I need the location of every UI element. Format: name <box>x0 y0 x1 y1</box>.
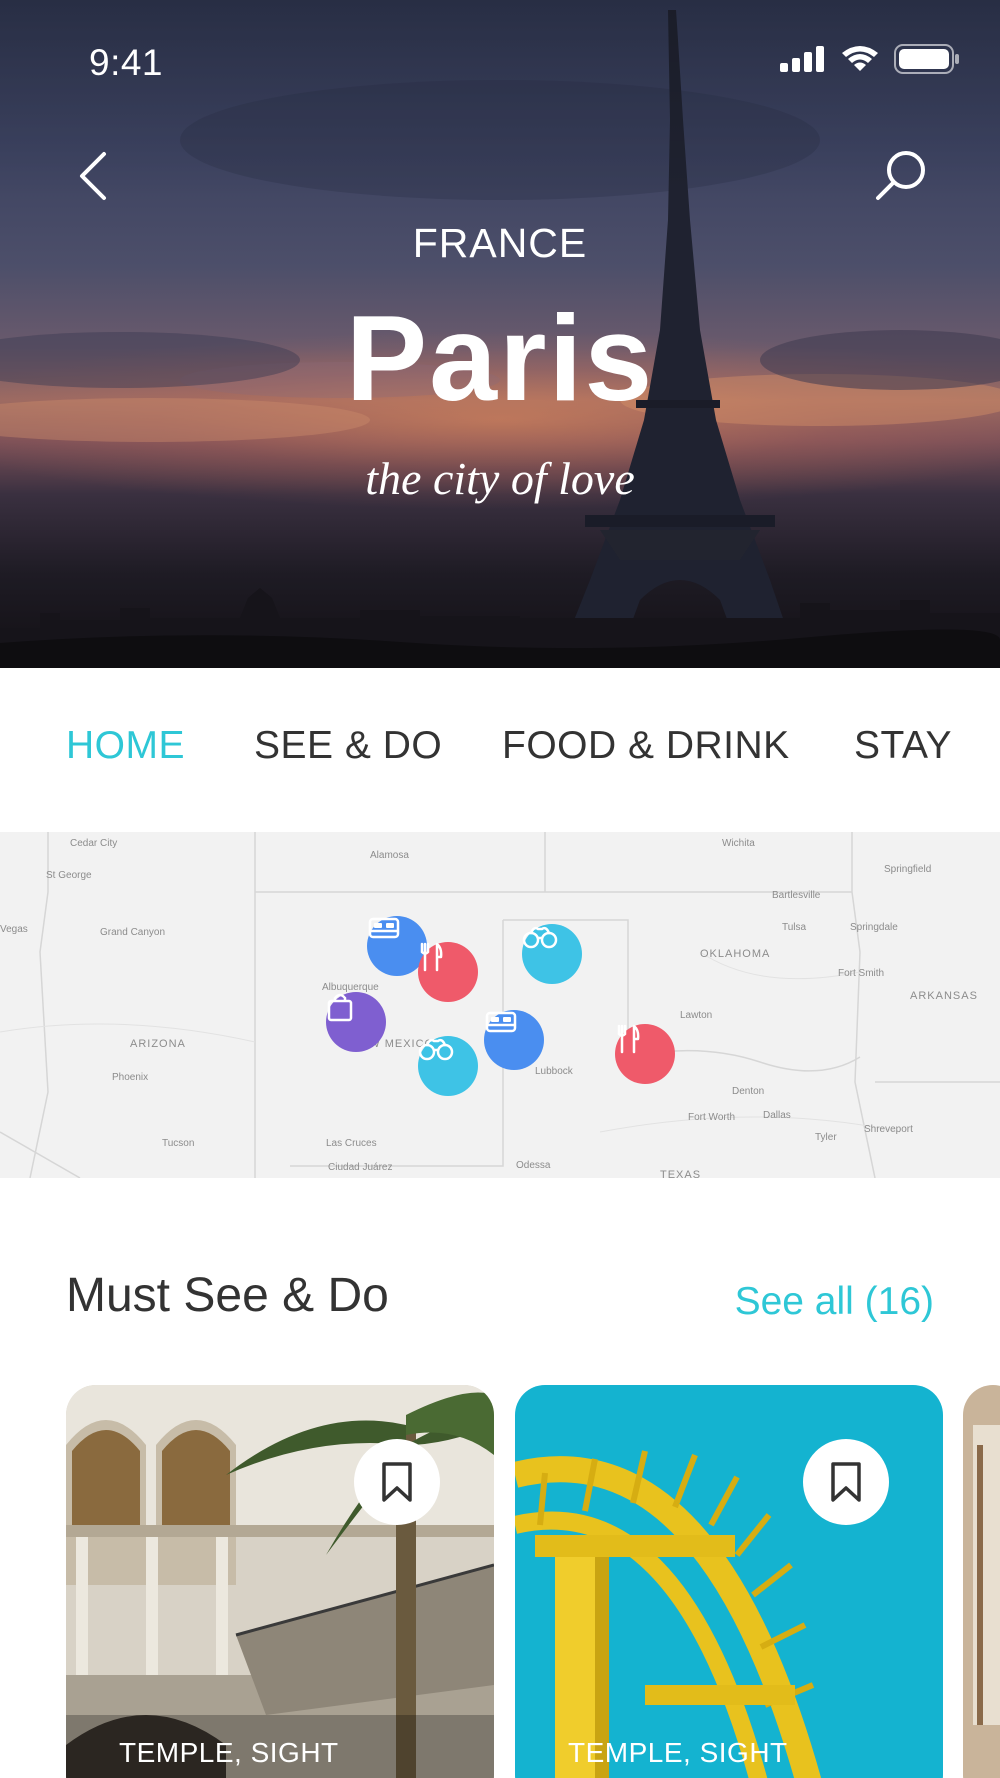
map-label: Bartlesville <box>772 890 821 901</box>
map-label: Phoenix <box>112 1072 149 1083</box>
status-icons <box>780 44 960 74</box>
map-pin-see[interactable] <box>522 924 582 984</box>
shopping-bag-icon <box>327 993 353 1022</box>
bookmark-icon <box>382 1462 412 1502</box>
map-label: ARKANSAS <box>910 990 978 1002</box>
map-label: Tyler <box>815 1132 837 1143</box>
see-all-link[interactable]: See all (16) <box>735 1280 934 1324</box>
search-icon <box>876 151 925 200</box>
map-label: OKLAHOMA <box>700 948 771 960</box>
map-label: Shreveport <box>864 1124 913 1135</box>
tab-stay[interactable]: STAY <box>854 724 952 768</box>
map-pin-shop[interactable] <box>326 992 386 1052</box>
card-category: TEMPLE, SIGHT <box>119 1737 339 1768</box>
country-label: FRANCE <box>412 220 588 266</box>
section-title: Must See & Do <box>66 1269 389 1322</box>
map-borders <box>0 832 1000 1178</box>
map-label: Dallas <box>763 1110 791 1121</box>
fork-knife-icon <box>420 942 443 972</box>
chevron-left-icon <box>80 152 106 200</box>
map-label: St George <box>46 870 92 881</box>
status-time: 9:41 <box>89 42 164 83</box>
fork-knife-icon <box>617 1024 640 1054</box>
place-card-peek[interactable] <box>963 1385 1000 1778</box>
map-label: Tulsa <box>782 922 807 933</box>
bookmark-button[interactable] <box>354 1439 440 1525</box>
battery-icon <box>894 44 959 74</box>
map-label: Las Cruces <box>326 1138 377 1149</box>
place-card[interactable]: TEMPLE, SIGHT <box>66 1385 494 1778</box>
map-label: TEXAS <box>660 1169 702 1178</box>
peek-photo <box>963 1385 1000 1778</box>
map-pin-stay[interactable] <box>484 1010 544 1070</box>
hero-banner: 9:41 FRANCE Paris the city of love <box>0 0 1000 668</box>
tab-see-and-do[interactable]: SEE & DO <box>254 724 442 768</box>
category-tabs: HOME SEE & DO FOOD & DRINK STAY <box>0 668 1000 832</box>
card-category: TEMPLE, SIGHT <box>568 1737 788 1768</box>
map-label: Odessa <box>516 1160 551 1171</box>
tab-food-and-drink[interactable]: FOOD & DRINK <box>502 724 790 768</box>
city-title: Paris <box>345 290 655 426</box>
map-label: ARIZONA <box>130 1038 186 1050</box>
signal-icon <box>780 46 824 72</box>
tab-home[interactable]: HOME <box>66 724 185 768</box>
map-label: Fort Worth <box>688 1112 736 1123</box>
map-view[interactable]: Cedar City St George Vegas Grand Canyon … <box>0 832 1000 1178</box>
back-button[interactable] <box>70 146 120 206</box>
map-pin-food[interactable] <box>615 1024 675 1084</box>
city-tagline: the city of love <box>365 453 635 504</box>
map-pin-see[interactable] <box>418 1036 478 1096</box>
bookmark-icon <box>831 1462 861 1502</box>
status-bar: 9:41 <box>0 0 1000 110</box>
map-label: Grand Canyon <box>100 927 166 938</box>
bed-icon <box>368 917 400 939</box>
map-pin-food[interactable] <box>418 942 478 1002</box>
map-label: Fort Smith <box>838 968 885 979</box>
courtyard-photo <box>66 1385 494 1778</box>
map-label: Denton <box>732 1086 765 1097</box>
map-label: Lubbock <box>535 1066 573 1077</box>
map-label: Springdale <box>850 922 898 933</box>
place-card[interactable]: TEMPLE, SIGHT <box>515 1385 943 1778</box>
map-label: Alamosa <box>370 850 409 861</box>
yellow-ride-photo <box>515 1385 943 1778</box>
map-label: Vegas <box>0 924 28 935</box>
binoculars-icon <box>522 926 558 949</box>
search-button[interactable] <box>872 146 932 206</box>
map-label: Lawton <box>680 1010 713 1021</box>
map-label: Cedar City <box>70 838 118 849</box>
map-label: Tucson <box>162 1138 195 1149</box>
map-label: Ciudad Juárez <box>328 1162 393 1173</box>
map-label: Wichita <box>722 838 755 849</box>
bed-icon <box>485 1011 517 1033</box>
bookmark-button[interactable] <box>803 1439 889 1525</box>
wifi-icon <box>842 46 878 71</box>
map-label: Springfield <box>884 864 932 875</box>
binoculars-icon <box>418 1038 454 1061</box>
